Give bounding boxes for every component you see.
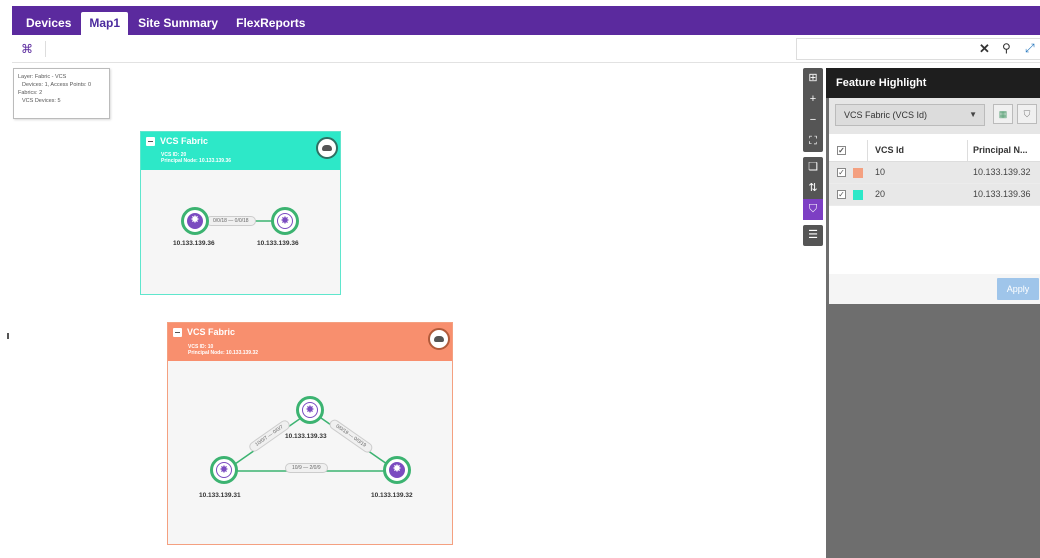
switch-node[interactable] bbox=[210, 456, 238, 484]
node-label: 10.133.139.36 bbox=[173, 240, 215, 247]
panel-controls: VCS Fabric (VCS Id) ▼ ▦ ⛉ bbox=[829, 98, 1040, 134]
node-label: 10.133.139.36 bbox=[257, 240, 299, 247]
search-box: ✕ ⚲ ⤢ bbox=[796, 38, 1040, 60]
row-checkbox[interactable]: ✓ bbox=[837, 168, 846, 177]
row-vcs-id: 20 bbox=[875, 189, 886, 199]
switch-node[interactable] bbox=[181, 207, 209, 235]
row-vcs-id: 10 bbox=[875, 167, 886, 177]
zoom-in-icon[interactable]: + bbox=[803, 89, 823, 110]
vcs-fabric-group[interactable]: VCS Fabric VCS ID: 10 Principal Node: 10… bbox=[167, 322, 453, 545]
panel-title: Feature Highlight bbox=[826, 68, 1040, 98]
map-toolbar: ⌘ ✕ ⚲ ⤢ bbox=[12, 35, 1040, 63]
legend-layer: Layer: Fabric - VCS bbox=[18, 74, 67, 80]
grid-icon[interactable]: ▦ bbox=[993, 104, 1013, 124]
top-tab-bar: Devices Map1 Site Summary FlexReports bbox=[12, 6, 1040, 35]
filter-icon[interactable]: ⛉ bbox=[803, 199, 823, 220]
legend-vcs-devices: VCS Devices: 5 bbox=[22, 98, 61, 104]
legend-fabrics: Fabrics: 2 bbox=[18, 90, 43, 96]
panel-body: VCS Fabric (VCS Id) ▼ ▦ ⛉ ✓ VCS Id Princ… bbox=[829, 98, 1040, 303]
switch-node[interactable] bbox=[271, 207, 299, 235]
map-legend: Layer: Fabric - VCS Devices: 1, Access P… bbox=[13, 68, 110, 119]
column-header-vcs-id[interactable]: VCS Id bbox=[875, 145, 904, 155]
tab-devices[interactable]: Devices bbox=[18, 12, 79, 35]
row-checkbox[interactable]: ✓ bbox=[837, 190, 846, 199]
table-row[interactable]: ✓ 10 10.133.139.32 bbox=[829, 162, 1040, 184]
highlight-select[interactable]: VCS Fabric (VCS Id) ▼ bbox=[835, 104, 985, 126]
table-row[interactable]: ✓ 20 10.133.139.36 bbox=[829, 184, 1040, 206]
map-icon[interactable]: ⌘ bbox=[20, 42, 34, 56]
row-principal-node: 10.133.139.32 bbox=[973, 167, 1031, 177]
close-icon[interactable]: ✕ bbox=[979, 41, 990, 57]
list-icon[interactable]: ☰ bbox=[803, 225, 823, 246]
row-principal-node: 10.133.139.36 bbox=[973, 189, 1031, 199]
search-icon[interactable]: ⚲ bbox=[1002, 41, 1011, 55]
list-controls: ☰ bbox=[803, 225, 823, 246]
search-input[interactable] bbox=[801, 41, 971, 57]
column-header-principal-node[interactable]: Principal N... bbox=[973, 145, 1028, 155]
node-label: 10.133.139.32 bbox=[371, 492, 413, 499]
tab-map1[interactable]: Map1 bbox=[81, 12, 129, 35]
layers-icon[interactable]: ❏ bbox=[803, 157, 823, 178]
expand-icon[interactable]: ⤢ bbox=[1025, 41, 1035, 56]
link-label: 0/0/18 — 0/0/18 bbox=[206, 216, 256, 226]
panel-footer: Apply bbox=[829, 274, 1040, 304]
legend-devices: Devices: 1, Access Points: 0 bbox=[22, 82, 92, 88]
filter-icon[interactable]: ⛉ bbox=[1017, 104, 1037, 124]
resize-handle[interactable] bbox=[7, 333, 9, 339]
topology-icon[interactable]: ⇅ bbox=[803, 178, 823, 199]
map-settings-icon[interactable]: ⊞ bbox=[803, 68, 823, 89]
highlight-table: ✓ VCS Id Principal N... ✓ 10 10.133.139.… bbox=[829, 140, 1040, 206]
link-label: 10/9 — 2/0/9 bbox=[285, 463, 328, 473]
fit-screen-icon[interactable]: ⛶ bbox=[803, 131, 823, 152]
node-label: 10.133.139.33 bbox=[285, 433, 327, 440]
map-side-toolbar: ⊞ + − ⛶ ❏ ⇅ ⛉ ☰ bbox=[803, 68, 823, 251]
node-label: 10.133.139.31 bbox=[199, 492, 241, 499]
color-swatch bbox=[853, 190, 863, 200]
vcs-fabric-group[interactable]: VCS Fabric VCS ID: 20 Principal Node: 10… bbox=[140, 131, 341, 295]
feature-controls: ❏ ⇅ ⛉ bbox=[803, 157, 823, 220]
select-value: VCS Fabric (VCS Id) bbox=[844, 110, 928, 120]
color-swatch bbox=[853, 168, 863, 178]
tab-site-summary[interactable]: Site Summary bbox=[130, 12, 226, 35]
apply-button[interactable]: Apply bbox=[997, 278, 1039, 300]
feature-highlight-panel: Feature Highlight VCS Fabric (VCS Id) ▼ … bbox=[826, 68, 1040, 558]
fabric-links bbox=[198, 220, 284, 222]
tab-flexreports[interactable]: FlexReports bbox=[228, 12, 313, 35]
zoom-out-icon[interactable]: − bbox=[803, 110, 823, 131]
zoom-controls: ⊞ + − ⛶ bbox=[803, 68, 823, 152]
switch-node[interactable] bbox=[296, 396, 324, 424]
chevron-down-icon: ▼ bbox=[969, 110, 977, 119]
switch-node[interactable] bbox=[383, 456, 411, 484]
select-all-checkbox[interactable]: ✓ bbox=[837, 146, 846, 155]
toolbar-divider bbox=[45, 41, 46, 57]
map-view: Devices Map1 Site Summary FlexReports ⌘ … bbox=[0, 0, 1040, 558]
table-header: ✓ VCS Id Principal N... bbox=[829, 140, 1040, 162]
